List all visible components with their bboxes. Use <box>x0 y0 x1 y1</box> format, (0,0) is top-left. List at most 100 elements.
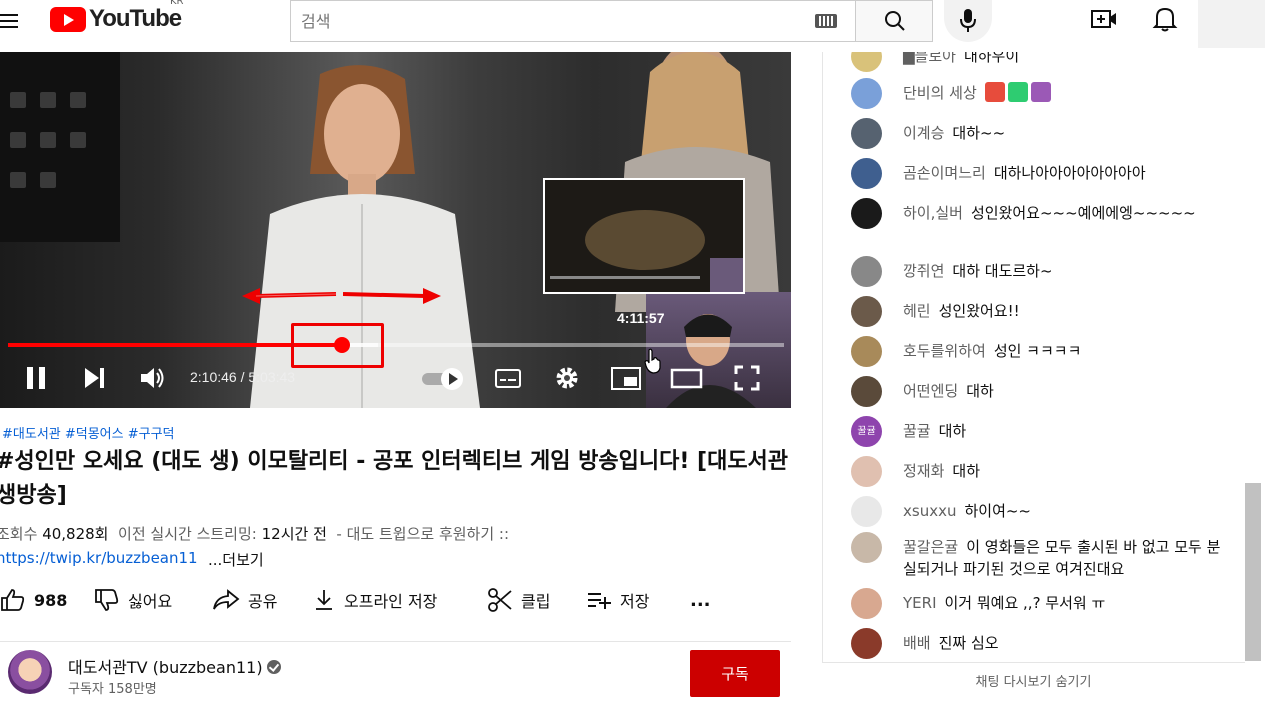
chat-avatar[interactable] <box>851 198 882 229</box>
menu-icon[interactable] <box>0 10 22 30</box>
youtube-logo[interactable]: YouTube <box>50 5 182 32</box>
download-icon <box>316 590 332 610</box>
chat-text: 이거 뭐예요 ,,? 무서워 ㅠ <box>944 594 1106 612</box>
chat-author[interactable]: 헤린 <box>903 302 931 320</box>
dislike-button[interactable]: 싫어요 <box>94 586 172 614</box>
chat-author[interactable]: 하이,실버 <box>903 204 963 222</box>
chat-message: 깡쥐연 대하 대도르하~ <box>851 256 1231 287</box>
dislike-label: 싫어요 <box>128 592 173 611</box>
autoplay-toggle[interactable] <box>420 364 466 392</box>
chat-author[interactable]: 호두를위하여 <box>903 342 986 360</box>
chat-message: 꿀귤 꿀귤 대하 <box>851 416 1231 447</box>
chat-scrollbar-thumb[interactable] <box>1245 483 1261 661</box>
stream-label: 이전 실시간 스트리밍: <box>118 525 257 543</box>
emoji-icon <box>1007 82 1028 102</box>
clip-button[interactable]: 클립 <box>487 586 550 614</box>
chat-author[interactable]: 이계승 <box>903 124 944 142</box>
scissors-icon <box>488 588 512 612</box>
chat-avatar[interactable] <box>851 588 882 619</box>
more-actions-button[interactable]: ... <box>690 586 711 614</box>
save-button[interactable]: 저장 <box>586 586 649 614</box>
live-chat-replay: █블로아 대하우이 단비의 세상 이계승 대하~~ 곰손이며느리 대하나아아아아아아아아 하이… <box>822 42 1265 702</box>
views-value: 40,828회 <box>42 525 109 543</box>
chat-avatar[interactable] <box>851 256 882 287</box>
chat-avatar[interactable] <box>851 532 882 563</box>
chat-author[interactable]: 정재화 <box>903 462 944 480</box>
chat-text: 대하 대도르하~ <box>952 262 1053 280</box>
miniplayer-icon[interactable] <box>610 364 642 392</box>
chat-text: 대하~~ <box>952 124 1006 142</box>
chat-avatar[interactable] <box>851 376 882 407</box>
chat-avatar[interactable] <box>851 496 882 527</box>
chat-author[interactable]: 꿀귤 <box>903 422 931 440</box>
chat-avatar[interactable]: 꿀귤 <box>851 416 882 447</box>
fullscreen-icon[interactable] <box>733 364 761 392</box>
share-icon <box>213 589 240 610</box>
theater-mode-icon[interactable] <box>670 364 704 392</box>
chat-author[interactable]: xsuxxu <box>903 502 956 520</box>
chat-message: YERI 이거 뭐예요 ,,? 무서워 ㅠ <box>851 588 1231 619</box>
clip-label: 클립 <box>521 592 551 611</box>
share-label: 공유 <box>248 592 278 611</box>
chat-avatar[interactable] <box>851 78 882 109</box>
chat-avatar[interactable] <box>851 118 882 149</box>
hand-cursor-icon <box>644 348 661 374</box>
playlist-add-icon <box>588 593 611 609</box>
chat-text: 진짜 심오 <box>938 634 999 652</box>
chat-text: 대하 <box>952 462 981 480</box>
voice-search-button[interactable] <box>944 0 992 42</box>
save-label: 저장 <box>620 592 650 611</box>
next-icon[interactable] <box>82 364 108 392</box>
views-label: 조회수 <box>0 525 38 543</box>
account-area[interactable] <box>1198 0 1265 48</box>
search-input[interactable] <box>291 1 791 41</box>
video-tags[interactable]: #대도서관 #덕몽어스 #구구덕 <box>2 423 175 442</box>
chat-message: 하이,실버 성인왔어요~~~예에에엥~~~~~ <box>851 198 1231 229</box>
chat-message: 곰손이며느리 대하나아아아아아아아아 <box>851 158 1231 189</box>
chat-author[interactable]: 꿀갈은귤 <box>903 538 958 556</box>
subtitles-icon[interactable] <box>494 364 522 392</box>
chat-avatar[interactable] <box>851 628 882 659</box>
keyboard-icon[interactable] <box>815 14 837 28</box>
chat-avatar[interactable] <box>851 158 882 189</box>
chat-avatar[interactable] <box>851 456 882 487</box>
chat-text: 대하 <box>938 422 967 440</box>
chat-author[interactable]: 어떤엔딩 <box>903 382 958 400</box>
chat-author[interactable]: 곰손이며느리 <box>903 164 986 182</box>
chat-author[interactable]: 배배 <box>903 634 931 652</box>
stream-value: 12시간 전 <box>261 525 327 543</box>
chat-author[interactable]: 깡쥐연 <box>903 262 944 280</box>
channel-name[interactable]: 대도서관TV (buzzbean11) <box>68 658 263 677</box>
video-title: #성인만 오세요 (대도 생) 이모탈리티 - 공포 인터렉티브 게임 방송입니… <box>0 449 789 508</box>
search-button[interactable] <box>855 0 933 42</box>
chat-message: 정재화 대하 <box>851 456 1231 487</box>
chat-author[interactable]: 단비의 세상 <box>903 84 977 102</box>
download-button[interactable]: 오프라인 저장 <box>312 586 437 614</box>
volume-icon[interactable] <box>138 364 166 392</box>
video-player[interactable]: 4:11:57 2:10:46 / 5:03:43 <box>0 52 791 408</box>
channel-name-row[interactable]: 대도서관TV (buzzbean11) <box>68 654 281 678</box>
video-meta: 조회수 40,828회 이전 실시간 스트리밍: 12시간 전 - 대도 트윕으… <box>0 523 509 544</box>
create-video-icon[interactable] <box>1090 8 1118 30</box>
youtube-play-icon <box>50 6 86 32</box>
settings-icon[interactable] <box>553 364 581 392</box>
pause-icon[interactable] <box>22 364 50 392</box>
chat-text: 하이여~~ <box>964 502 1032 520</box>
search-box <box>290 0 855 42</box>
channel-avatar[interactable] <box>8 650 52 694</box>
chat-author[interactable]: YERI <box>903 594 937 612</box>
chat-message: 호두를위하여 성인 ㅋㅋㅋㅋ <box>851 336 1231 367</box>
hide-chat-replay-button[interactable]: 채팅 다시보기 숨기기 <box>822 662 1245 702</box>
more-button[interactable]: ...더보기 <box>208 549 264 570</box>
chat-avatar[interactable] <box>851 296 882 327</box>
description-link[interactable]: https://twip.kr/buzzbean11 <box>0 549 198 567</box>
chat-avatar[interactable] <box>851 336 882 367</box>
chat-message: 헤린 성인왔어요!! <box>851 296 1231 327</box>
like-button[interactable]: 988 <box>0 586 67 614</box>
time-display: 2:10:46 / 5:03:43 <box>190 369 296 385</box>
share-button[interactable]: 공유 <box>212 586 277 614</box>
subscribe-button[interactable]: 구독 <box>690 650 780 697</box>
notifications-bell-icon[interactable] <box>1152 4 1178 34</box>
action-bar: 988 싫어요 공유 오프라인 저장 클립 저장 ... <box>0 586 791 614</box>
chat-message: 이계승 대하~~ <box>851 118 1231 149</box>
